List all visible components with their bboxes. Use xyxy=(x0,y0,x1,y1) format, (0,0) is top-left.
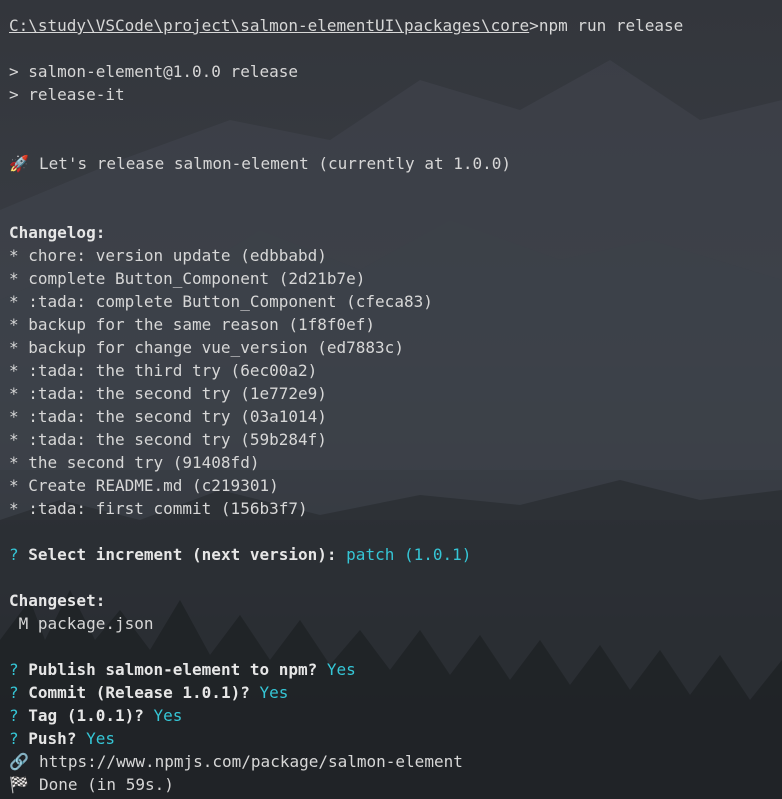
terminal-output: C:\study\VSCode\project\salmon-elementUI… xyxy=(9,14,779,796)
select-increment-prompt: ? Select increment (next version): patch… xyxy=(9,543,779,566)
changelog-entry: * :tada: the second try (59b284f) xyxy=(9,430,327,449)
changelog-entry: * complete Button_Component (2d21b7e) xyxy=(9,269,366,288)
prompt-answer: Yes xyxy=(86,729,115,748)
prompt-question: Commit (Release 1.0.1)? xyxy=(28,683,250,702)
rocket-icon: 🚀 xyxy=(9,154,29,173)
commit-prompt: ? Commit (Release 1.0.1)? Yes xyxy=(9,681,779,704)
prompt-path: C:\study\VSCode\project\salmon-elementUI… xyxy=(9,16,530,35)
question-mark: ? xyxy=(9,545,19,564)
prompt-answer: Yes xyxy=(326,660,356,679)
changelog-entry: * the second try (91408fd) xyxy=(9,453,260,472)
tag-prompt: ? Tag (1.0.1)? Yes xyxy=(9,704,779,727)
changelog-entry: * Create README.md (c219301) xyxy=(9,476,279,495)
changeset-file: M package.json xyxy=(9,614,154,633)
package-url[interactable]: https://www.npmjs.com/package/salmon-ele… xyxy=(39,752,463,771)
script-header-line: > release-it xyxy=(9,85,125,104)
release-intro: 🚀 Let's release salmon-element (currently… xyxy=(9,152,779,175)
prompt-answer: patch (1.0.1) xyxy=(346,545,472,564)
changelog-entry: * backup for the same reason (1f8f0ef) xyxy=(9,315,376,334)
changelog-entry: * :tada: the second try (1e772e9) xyxy=(9,384,327,403)
changelog-label: Changelog: xyxy=(9,223,106,242)
changeset-label: Changeset: xyxy=(9,591,106,610)
question-mark: ? xyxy=(9,683,19,702)
package-link-line: 🔗 https://www.npmjs.com/package/salmon-el… xyxy=(9,750,779,773)
checkered-flag-icon: 🏁 xyxy=(9,775,29,794)
prompt-question: Push? xyxy=(28,729,77,748)
question-mark: ? xyxy=(9,729,19,748)
release-intro-text: Let's release salmon-element (currently … xyxy=(39,154,512,173)
done-text: Done (in 59s.) xyxy=(39,775,174,794)
publish-prompt: ? Publish salmon-element to npm? Yes xyxy=(9,658,779,681)
question-mark: ? xyxy=(9,706,19,725)
prompt-answer: Yes xyxy=(259,683,289,702)
prompt-answer: Yes xyxy=(153,706,183,725)
prompt-question: Select increment (next version): xyxy=(28,545,337,564)
script-header-line: > salmon-element@1.0.0 release xyxy=(9,62,298,81)
changelog-entry: * :tada: the third try (6ec00a2) xyxy=(9,361,318,380)
changelog-entry: * backup for change vue_version (ed7883c… xyxy=(9,338,404,357)
changelog-entry: * :tada: the second try (03a1014) xyxy=(9,407,327,426)
command-text: npm run release xyxy=(538,16,684,35)
prompt-gt: > xyxy=(529,16,539,35)
prompt-question: Tag (1.0.1)? xyxy=(28,706,144,725)
prompt-question: Publish salmon-element to npm? xyxy=(28,660,318,679)
changelog-entry: * :tada: complete Button_Component (cfec… xyxy=(9,292,433,311)
command-line: C:\study\VSCode\project\salmon-elementUI… xyxy=(9,14,779,37)
question-mark: ? xyxy=(9,660,19,679)
push-prompt: ? Push? Yes xyxy=(9,727,779,750)
done-line: 🏁 Done (in 59s.) xyxy=(9,773,779,796)
changelog-entry: * chore: version update (edbbabd) xyxy=(9,246,327,265)
changelog-entry: * :tada: first commit (156b3f7) xyxy=(9,499,308,518)
link-icon: 🔗 xyxy=(9,752,29,771)
